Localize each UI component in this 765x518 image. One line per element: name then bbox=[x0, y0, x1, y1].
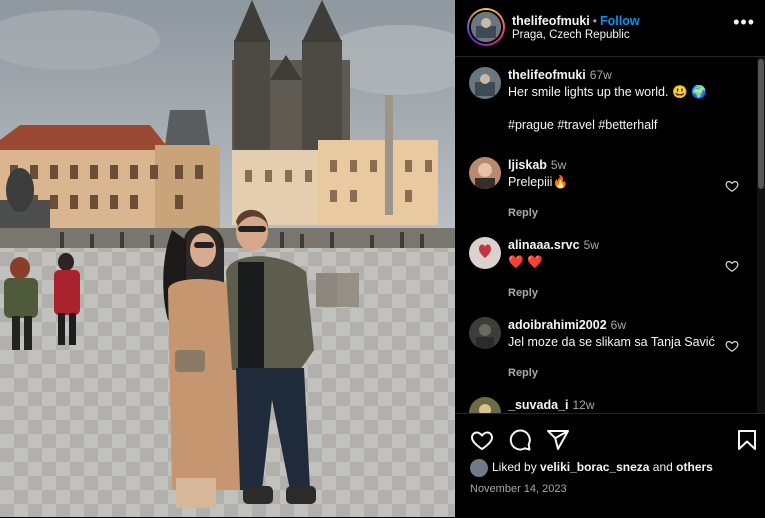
caption-text: Her smile lights up the world. 😃 🌍 bbox=[508, 85, 707, 99]
caption-username[interactable]: thelifeofmuki bbox=[508, 68, 586, 82]
commenter-avatar[interactable] bbox=[469, 317, 501, 349]
post-sidebar: thelifeofmuki • Follow Praga, Czech Republ… bbox=[455, 0, 765, 517]
comments-scrollbar[interactable] bbox=[757, 57, 765, 413]
comment-text: Prelepiii🔥 bbox=[508, 175, 569, 189]
comment-bubble-icon[interactable] bbox=[508, 428, 532, 452]
caption-time[interactable]: 67w bbox=[590, 68, 612, 82]
liker-avatar[interactable] bbox=[470, 459, 488, 477]
liked-and: and bbox=[652, 460, 673, 475]
caption-avatar[interactable] bbox=[469, 67, 501, 99]
commenter-avatar[interactable] bbox=[469, 397, 501, 413]
reply-button[interactable]: Reply bbox=[508, 205, 728, 222]
follow-button[interactable]: Follow bbox=[600, 14, 640, 28]
post-header: thelifeofmuki • Follow Praga, Czech Republ… bbox=[455, 0, 765, 57]
author-avatar-ring[interactable] bbox=[467, 8, 505, 46]
commenter-avatar[interactable] bbox=[469, 157, 501, 189]
commenter-username[interactable]: alinaaa.srvc bbox=[508, 238, 580, 252]
commenter-username[interactable]: adoibrahimi2002 bbox=[508, 318, 607, 332]
like-heart-icon[interactable] bbox=[470, 428, 494, 452]
liker-username[interactable]: veliki_borac_sneza bbox=[540, 460, 649, 474]
likes-summary: Liked by veliki_borac_sneza and others bbox=[470, 459, 713, 477]
post-photo[interactable] bbox=[0, 0, 455, 517]
caption-hashtags[interactable]: #prague #travel #betterhalf bbox=[508, 117, 728, 134]
comment-time[interactable]: 6w bbox=[611, 318, 626, 332]
save-bookmark-icon[interactable] bbox=[735, 428, 759, 452]
separator-dot: • bbox=[592, 14, 597, 28]
author-username[interactable]: thelifeofmuki bbox=[512, 14, 590, 28]
like-comment-heart-icon[interactable] bbox=[725, 179, 739, 193]
like-comment-heart-icon[interactable] bbox=[725, 259, 739, 273]
scrollbar-thumb[interactable] bbox=[758, 59, 764, 189]
like-comment-heart-icon[interactable] bbox=[725, 339, 739, 353]
post-actions: Liked by veliki_borac_sneza and others N… bbox=[455, 413, 765, 518]
post-location[interactable]: Praga, Czech Republic bbox=[512, 29, 630, 41]
comment-text: Jel moze da se slikam sa Tanja Savić bbox=[508, 335, 715, 349]
comments-list[interactable]: thelifeofmuki 67w Her smile lights up the… bbox=[455, 57, 757, 413]
reply-button[interactable]: Reply bbox=[508, 365, 743, 382]
reply-button[interactable]: Reply bbox=[508, 285, 728, 302]
share-send-icon[interactable] bbox=[546, 428, 570, 452]
commenter-username[interactable]: ljiskab bbox=[508, 158, 547, 172]
comment-time[interactable]: 5w bbox=[584, 238, 599, 252]
commenter-username[interactable]: _suvada_i bbox=[508, 398, 568, 412]
author-avatar[interactable] bbox=[469, 10, 503, 44]
more-options-icon[interactable]: ••• bbox=[733, 12, 755, 33]
prague-square-photo bbox=[0, 0, 455, 517]
comment-text: ❤️ ❤️ bbox=[508, 255, 543, 269]
post-date[interactable]: November 14, 2023 bbox=[470, 483, 567, 495]
liked-by-prefix: Liked by bbox=[492, 460, 537, 475]
comment-time[interactable]: 12w bbox=[572, 398, 594, 412]
commenter-avatar[interactable] bbox=[469, 237, 501, 269]
comment-time[interactable]: 5w bbox=[551, 158, 566, 172]
liked-others-link[interactable]: others bbox=[676, 460, 713, 474]
